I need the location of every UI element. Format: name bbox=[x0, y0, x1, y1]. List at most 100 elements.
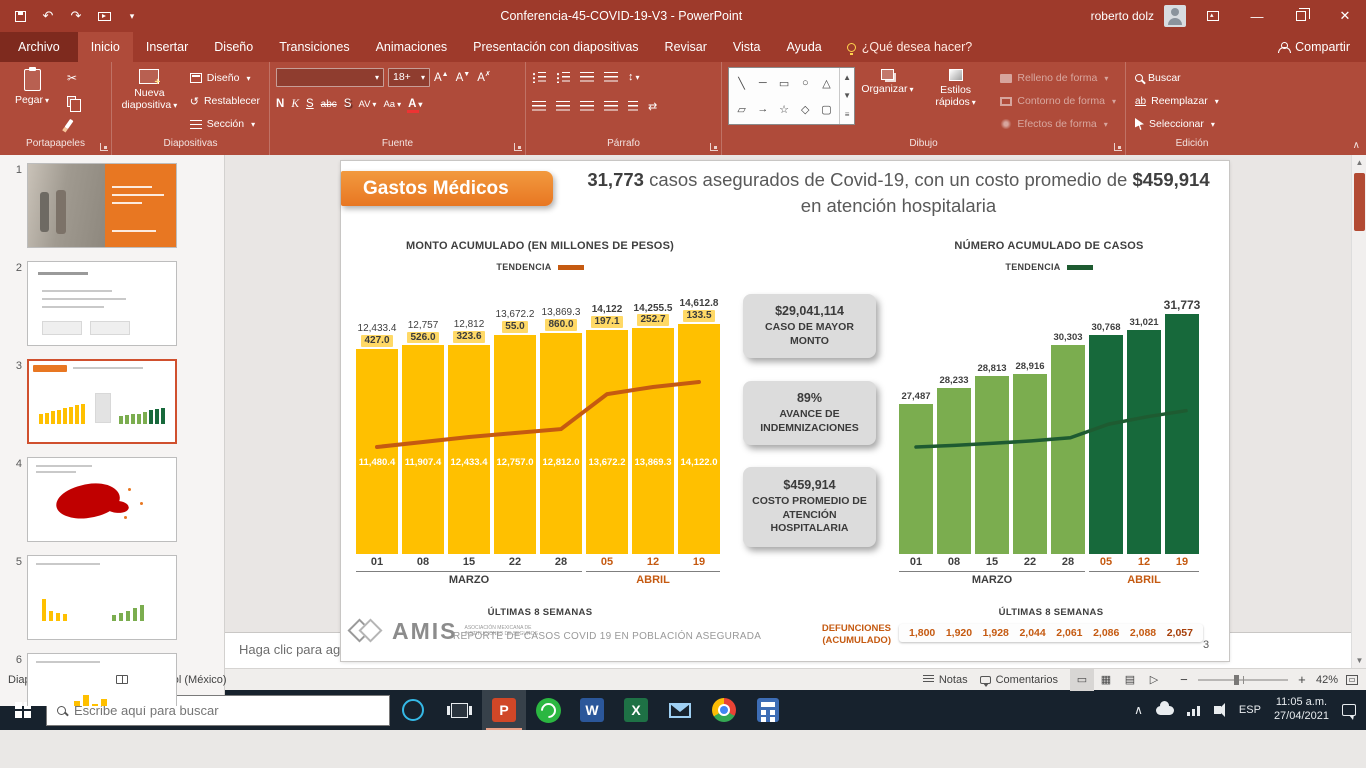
font-size-combo[interactable]: 18+▾ bbox=[388, 68, 430, 87]
slide-title[interactable]: 31,773 casos asegurados de Covid-19, con… bbox=[576, 167, 1221, 219]
callout-box-3[interactable]: $459,914COSTO PROMEDIO DE ATENCIÓN HOSPI… bbox=[743, 467, 876, 547]
minimize-button[interactable]: — bbox=[1240, 0, 1274, 32]
dibujo-dialog-launcher[interactable] bbox=[1114, 143, 1122, 151]
notes-toggle[interactable]: Notas bbox=[923, 674, 968, 686]
decrease-font-size-button[interactable]: A▼ bbox=[456, 71, 471, 84]
taskbar-app-chrome[interactable] bbox=[702, 690, 746, 730]
shape-line-icon[interactable]: ─ bbox=[759, 77, 767, 89]
slide-thumbnail-6[interactable] bbox=[27, 653, 177, 706]
line-spacing-button[interactable]: ↕▾ bbox=[628, 71, 640, 83]
scrollbar-thumb[interactable] bbox=[1354, 173, 1365, 231]
increase-indent-button[interactable] bbox=[604, 72, 618, 83]
shape-fill-button[interactable]: Relleno de forma▾ bbox=[997, 69, 1119, 87]
hidden-icons-chevron[interactable]: ∧ bbox=[1134, 703, 1143, 717]
restore-button[interactable] bbox=[1284, 0, 1318, 32]
tab-insertar[interactable]: Insertar bbox=[133, 32, 201, 62]
user-name[interactable]: roberto dolz bbox=[1091, 9, 1154, 23]
scroll-up-arrow[interactable]: ▲ bbox=[1352, 155, 1366, 170]
comments-toggle[interactable]: Comentarios bbox=[980, 674, 1058, 686]
format-painter-button[interactable] bbox=[64, 115, 80, 133]
increase-font-size-button[interactable]: A▲ bbox=[434, 71, 449, 84]
volume-icon[interactable] bbox=[1214, 706, 1221, 714]
select-button[interactable]: Seleccionar▾ bbox=[1132, 115, 1222, 133]
find-button[interactable]: Buscar bbox=[1132, 69, 1222, 87]
shape-star-icon[interactable]: ☆ bbox=[779, 103, 789, 116]
italic-button[interactable]: K bbox=[291, 98, 299, 110]
quick-styles-button[interactable]: Estilos rápidos▾ bbox=[920, 67, 992, 110]
tab-vista[interactable]: Vista bbox=[720, 32, 774, 62]
shape-diamond-icon[interactable]: ◇ bbox=[801, 103, 809, 116]
zoom-out-button[interactable]: − bbox=[1178, 672, 1190, 687]
undo-icon[interactable] bbox=[40, 8, 56, 24]
right-chart-plot[interactable]: 27,48728,23328,81328,91630,30330,76831,0… bbox=[899, 291, 1203, 554]
bullets-button[interactable] bbox=[532, 72, 546, 83]
align-right-button[interactable] bbox=[580, 101, 594, 112]
section-button[interactable]: Sección▾ bbox=[187, 115, 263, 133]
slide-thumbnail-3[interactable] bbox=[27, 359, 177, 444]
left-chart-plot[interactable]: 12,433.4427.011,480.412,757526.011,907.4… bbox=[356, 291, 720, 554]
shapes-gallery[interactable]: ╲─▭○△▱→☆◇▢ ▲▼≡ bbox=[728, 67, 855, 125]
slide[interactable]: Gastos Médicos 31,773 casos asegurados d… bbox=[341, 161, 1229, 661]
slide-thumbnail-2[interactable] bbox=[27, 261, 177, 346]
ribbon-display-options-icon[interactable] bbox=[1196, 0, 1230, 32]
zoom-slider-thumb[interactable] bbox=[1234, 675, 1239, 685]
save-icon[interactable] bbox=[12, 8, 28, 24]
normal-view-button[interactable]: ▭ bbox=[1070, 669, 1094, 691]
portapapeles-dialog-launcher[interactable] bbox=[100, 143, 108, 151]
change-case-button[interactable]: Aa▾ bbox=[383, 99, 401, 110]
taskbar-app-powerpoint[interactable]: P bbox=[482, 690, 526, 730]
cortana-button[interactable] bbox=[390, 690, 436, 730]
zoom-percentage[interactable]: 42% bbox=[1316, 674, 1338, 686]
task-view-button[interactable] bbox=[436, 690, 482, 730]
new-slide-button[interactable]: Nueva diapositiva▾ bbox=[118, 67, 181, 113]
collapse-ribbon-icon[interactable]: ∧ bbox=[1353, 140, 1360, 151]
taskbar-app-whatsapp[interactable] bbox=[526, 690, 570, 730]
spell-check-icon[interactable] bbox=[116, 675, 128, 684]
start-slideshow-icon[interactable] bbox=[96, 8, 112, 24]
fit-to-window-icon[interactable] bbox=[1346, 675, 1358, 685]
taskbar-app-word[interactable]: W bbox=[570, 690, 614, 730]
taskbar-clock[interactable]: 11:05 a.m. 27/04/2021 bbox=[1274, 696, 1329, 724]
shape-triangle-icon[interactable]: △ bbox=[822, 77, 830, 90]
slideshow-view-button[interactable]: ▷ bbox=[1142, 669, 1166, 691]
slide-thumbnail-5[interactable] bbox=[27, 555, 177, 640]
callout-box-2[interactable]: 89%AVANCE DE INDEMNIZACIONES bbox=[743, 381, 876, 445]
shape-parallelogram-icon[interactable]: ▱ bbox=[737, 103, 745, 116]
taskbar-app-calculator[interactable] bbox=[746, 690, 790, 730]
tab-inicio[interactable]: Inicio bbox=[78, 32, 133, 62]
underline-button[interactable]: S bbox=[306, 98, 314, 110]
onedrive-icon[interactable] bbox=[1156, 706, 1174, 715]
clear-formatting-button[interactable]: A✗ bbox=[477, 70, 491, 84]
decrease-indent-button[interactable] bbox=[580, 72, 594, 83]
scroll-down-arrow[interactable]: ▼ bbox=[1352, 653, 1366, 668]
zoom-in-button[interactable]: + bbox=[1296, 672, 1308, 687]
zoom-slider[interactable] bbox=[1198, 679, 1288, 681]
text-shadow-button[interactable]: S bbox=[344, 98, 352, 110]
shapes-gallery-scroll[interactable]: ▲▼≡ bbox=[839, 68, 854, 124]
align-left-button[interactable] bbox=[532, 101, 546, 112]
tab-diseno[interactable]: Diseño bbox=[201, 32, 266, 62]
tab-archivo[interactable]: Archivo bbox=[0, 32, 78, 62]
redo-icon[interactable] bbox=[68, 8, 84, 24]
taskbar-app-mail[interactable] bbox=[658, 690, 702, 730]
tab-presentacion-con-diapositivas[interactable]: Presentación con diapositivas bbox=[460, 32, 651, 62]
shape-rectangle-icon[interactable]: ▭ bbox=[779, 77, 789, 90]
font-color-button[interactable]: A▾ bbox=[408, 98, 422, 110]
taskbar-app-excel[interactable]: X bbox=[614, 690, 658, 730]
cut-button[interactable] bbox=[64, 69, 80, 87]
layout-button[interactable]: Diseño▾ bbox=[187, 69, 263, 87]
callout-box-1[interactable]: $29,041,114CASO DE MAYOR MONTO bbox=[743, 294, 876, 358]
bold-button[interactable]: N bbox=[276, 98, 284, 110]
align-center-button[interactable] bbox=[556, 101, 570, 112]
slide-banner[interactable]: Gastos Médicos bbox=[341, 171, 553, 206]
fuente-dialog-launcher[interactable] bbox=[514, 143, 522, 151]
shape-diagonal-line-icon[interactable]: ╲ bbox=[738, 77, 745, 90]
strikethrough-button[interactable]: abc bbox=[321, 99, 337, 110]
notification-center-icon[interactable] bbox=[1342, 704, 1356, 716]
tab-animaciones[interactable]: Animaciones bbox=[363, 32, 461, 62]
paste-button[interactable]: Pegar▾ bbox=[6, 67, 58, 108]
copy-button[interactable] bbox=[64, 92, 80, 110]
justify-button[interactable] bbox=[604, 101, 618, 112]
avatar[interactable] bbox=[1164, 5, 1186, 27]
tab-transiciones[interactable]: Transiciones bbox=[266, 32, 362, 62]
